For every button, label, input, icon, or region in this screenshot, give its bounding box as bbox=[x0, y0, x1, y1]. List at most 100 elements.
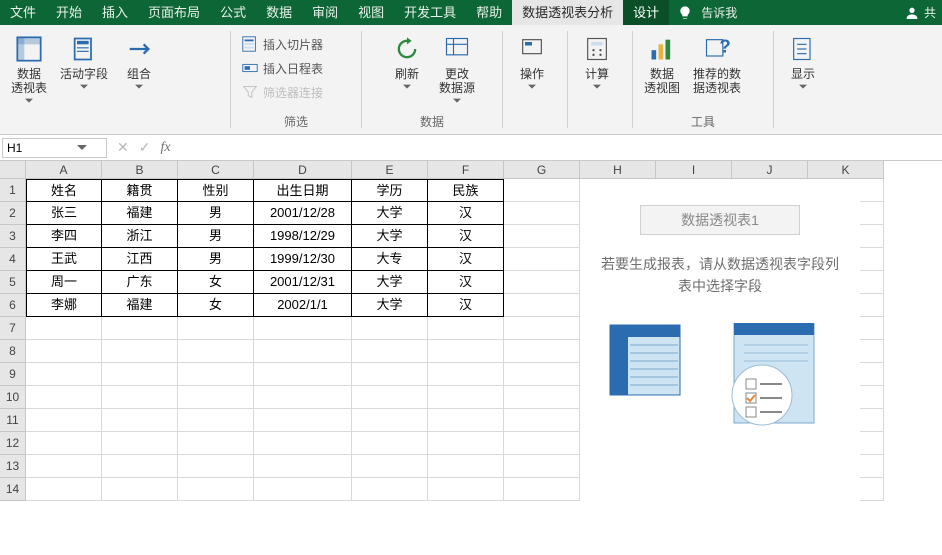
col-header-F[interactable]: F bbox=[428, 161, 504, 179]
cell[interactable] bbox=[428, 340, 504, 363]
cell[interactable]: 汉 bbox=[428, 248, 504, 271]
cell[interactable]: 2001/12/28 bbox=[254, 202, 352, 225]
row-header-5[interactable]: 5 bbox=[0, 271, 26, 294]
cell[interactable] bbox=[504, 432, 580, 455]
row-header-12[interactable]: 12 bbox=[0, 432, 26, 455]
show-button[interactable]: 显示 bbox=[778, 29, 828, 94]
name-box[interactable] bbox=[2, 138, 107, 158]
cell[interactable] bbox=[254, 317, 352, 340]
cell[interactable] bbox=[26, 409, 102, 432]
col-header-K[interactable]: K bbox=[808, 161, 884, 179]
cell[interactable] bbox=[102, 386, 178, 409]
cell[interactable] bbox=[26, 455, 102, 478]
cell[interactable] bbox=[352, 317, 428, 340]
row-header-8[interactable]: 8 bbox=[0, 340, 26, 363]
cell[interactable] bbox=[26, 363, 102, 386]
cell[interactable] bbox=[178, 432, 254, 455]
cell[interactable]: 2001/12/31 bbox=[254, 271, 352, 294]
cell[interactable] bbox=[504, 248, 580, 271]
cell[interactable]: 男 bbox=[178, 248, 254, 271]
insert-timeline-button[interactable]: 插入日程表 bbox=[239, 57, 325, 79]
cell[interactable]: 江西 bbox=[102, 248, 178, 271]
cell[interactable]: 王武 bbox=[26, 248, 102, 271]
cell[interactable]: 大学 bbox=[352, 225, 428, 248]
cell[interactable] bbox=[102, 409, 178, 432]
cell[interactable]: 2002/1/1 bbox=[254, 294, 352, 317]
chevron-down-icon[interactable] bbox=[77, 145, 87, 151]
row-header-11[interactable]: 11 bbox=[0, 409, 26, 432]
row-header-6[interactable]: 6 bbox=[0, 294, 26, 317]
cell[interactable] bbox=[352, 432, 428, 455]
cell[interactable] bbox=[254, 386, 352, 409]
row-header-3[interactable]: 3 bbox=[0, 225, 26, 248]
cell[interactable] bbox=[178, 386, 254, 409]
row-header-4[interactable]: 4 bbox=[0, 248, 26, 271]
cell[interactable]: 汉 bbox=[428, 202, 504, 225]
cell[interactable]: 男 bbox=[178, 202, 254, 225]
cell[interactable] bbox=[178, 409, 254, 432]
cell[interactable] bbox=[504, 179, 580, 202]
tab-help[interactable]: 帮助 bbox=[466, 0, 512, 25]
cell[interactable]: 福建 bbox=[102, 294, 178, 317]
row-header-13[interactable]: 13 bbox=[0, 455, 26, 478]
tab-view[interactable]: 视图 bbox=[348, 0, 394, 25]
cell[interactable] bbox=[254, 409, 352, 432]
cell[interactable] bbox=[254, 478, 352, 501]
tab-insert[interactable]: 插入 bbox=[92, 0, 138, 25]
cell[interactable]: 男 bbox=[178, 225, 254, 248]
cell[interactable] bbox=[504, 363, 580, 386]
cell[interactable] bbox=[504, 271, 580, 294]
cell[interactable] bbox=[178, 317, 254, 340]
cell[interactable] bbox=[504, 455, 580, 478]
cell[interactable] bbox=[504, 317, 580, 340]
cell[interactable] bbox=[178, 363, 254, 386]
col-header-H[interactable]: H bbox=[580, 161, 656, 179]
select-all-cell[interactable] bbox=[0, 161, 26, 179]
cell[interactable] bbox=[504, 478, 580, 501]
col-header-D[interactable]: D bbox=[254, 161, 352, 179]
cell[interactable]: 大学 bbox=[352, 202, 428, 225]
cell[interactable] bbox=[26, 432, 102, 455]
cell[interactable] bbox=[102, 455, 178, 478]
pivot-placeholder[interactable]: 数据透视表1 若要生成报表，请从数据透视表字段列表中选择字段 bbox=[580, 179, 860, 509]
col-header-B[interactable]: B bbox=[102, 161, 178, 179]
cell[interactable] bbox=[352, 455, 428, 478]
cell[interactable]: 福建 bbox=[102, 202, 178, 225]
tab-data[interactable]: 数据 bbox=[256, 0, 302, 25]
col-header-C[interactable]: C bbox=[178, 161, 254, 179]
col-header-I[interactable]: I bbox=[656, 161, 732, 179]
tab-design[interactable]: 设计 bbox=[623, 0, 669, 25]
cell[interactable]: 女 bbox=[178, 294, 254, 317]
cell[interactable] bbox=[102, 340, 178, 363]
recommend-pivot-button[interactable]: ? 推荐的数 据透视表 bbox=[687, 29, 747, 99]
insert-slicer-button[interactable]: 插入切片器 bbox=[239, 33, 325, 55]
cell[interactable] bbox=[428, 363, 504, 386]
cell[interactable]: 籍贯 bbox=[102, 179, 178, 202]
cell[interactable] bbox=[428, 317, 504, 340]
cell[interactable] bbox=[504, 225, 580, 248]
row-header-10[interactable]: 10 bbox=[0, 386, 26, 409]
cell[interactable] bbox=[428, 432, 504, 455]
group-button[interactable]: 组合 bbox=[114, 29, 164, 94]
cell[interactable]: 出生日期 bbox=[254, 179, 352, 202]
cell[interactable] bbox=[352, 363, 428, 386]
cell[interactable] bbox=[254, 455, 352, 478]
cell[interactable] bbox=[504, 294, 580, 317]
tab-layout[interactable]: 页面布局 bbox=[138, 0, 210, 25]
tell-me[interactable]: 告诉我 bbox=[701, 4, 737, 21]
cell[interactable] bbox=[428, 386, 504, 409]
cell[interactable] bbox=[178, 455, 254, 478]
cell[interactable] bbox=[504, 409, 580, 432]
cell[interactable]: 大学 bbox=[352, 294, 428, 317]
cell[interactable]: 姓名 bbox=[26, 179, 102, 202]
cell[interactable] bbox=[428, 478, 504, 501]
cell[interactable] bbox=[428, 455, 504, 478]
fx-icon[interactable]: fx bbox=[160, 140, 170, 156]
cell[interactable]: 周一 bbox=[26, 271, 102, 294]
cell[interactable] bbox=[352, 386, 428, 409]
cell[interactable]: 女 bbox=[178, 271, 254, 294]
cell[interactable]: 张三 bbox=[26, 202, 102, 225]
row-header-9[interactable]: 9 bbox=[0, 363, 26, 386]
col-header-J[interactable]: J bbox=[732, 161, 808, 179]
cell[interactable] bbox=[26, 386, 102, 409]
